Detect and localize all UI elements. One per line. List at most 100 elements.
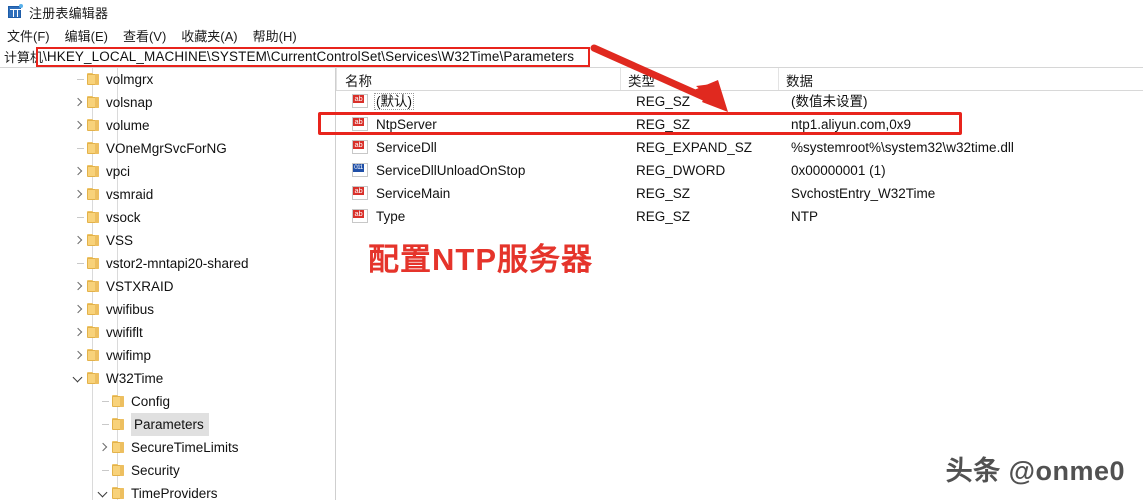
tree-item-label: vpci	[106, 164, 131, 179]
column-header-type[interactable]: 类型	[628, 70, 655, 90]
chevron-right-icon[interactable]	[70, 229, 86, 252]
registry-editor-icon	[8, 4, 23, 19]
dword-value-icon: 011	[352, 163, 369, 178]
tree-leaf-tick-icon	[70, 68, 86, 91]
chevron-down-icon[interactable]	[95, 482, 111, 500]
value-type-cell: REG_EXPAND_SZ	[636, 140, 753, 155]
title-bar: 注册表编辑器	[0, 0, 1143, 24]
value-data-cell: ntp1.aliyun.com,0x9	[791, 117, 912, 132]
registry-tree-items: volmgrx volsnap volume VOneMgrSvcForNG vpci v…	[0, 68, 330, 500]
value-type-cell: REG_SZ	[636, 209, 691, 224]
value-name-text: ServiceMain	[376, 186, 451, 201]
folder-icon	[86, 188, 101, 201]
tree-item-vsock[interactable]: vsock	[0, 206, 330, 229]
values-rows: ab (默认) REG_SZ (数值未设置) ab NtpServer REG_SZ ntp1…	[336, 90, 1143, 228]
chevron-right-icon[interactable]	[70, 114, 86, 137]
folder-icon	[86, 280, 101, 293]
folder-icon	[86, 119, 101, 132]
tree-item-volsnap[interactable]: volsnap	[0, 91, 330, 114]
value-name-text: NtpServer	[376, 117, 437, 132]
value-data-cell: NTP	[791, 209, 818, 224]
tree-item-label: vwififlt	[106, 325, 143, 340]
tree-item-vwififlt[interactable]: vwififlt	[0, 321, 330, 344]
tree-item-label: vstor2-mntapi20-shared	[106, 256, 249, 271]
chevron-down-icon[interactable]	[70, 367, 86, 390]
folder-icon	[111, 487, 126, 500]
registry-tree-pane[interactable]: volmgrx volsnap volume VOneMgrSvcForNG vpci v…	[0, 68, 331, 500]
value-data-cell: (数值未设置)	[791, 94, 868, 109]
tree-item-vstor2-mntapi20-shared[interactable]: vstor2-mntapi20-shared	[0, 252, 330, 275]
value-data-cell: 0x00000001 (1)	[791, 163, 886, 178]
value-type-cell: REG_SZ	[636, 94, 691, 109]
folder-icon	[86, 142, 101, 155]
tree-item-label: VOneMgrSvcForNG	[106, 141, 227, 156]
tree-item-label: VSTXRAID	[106, 279, 174, 294]
table-row[interactable]: ab (默认) REG_SZ (数值未设置)	[336, 90, 1143, 113]
string-value-icon: ab	[352, 94, 369, 109]
chevron-right-icon[interactable]	[70, 321, 86, 344]
chevron-right-icon[interactable]	[70, 275, 86, 298]
tree-item-config[interactable]: Config	[0, 390, 330, 413]
value-name-cell: ServiceMain	[374, 182, 636, 205]
tree-item-vwifibus[interactable]: vwifibus	[0, 298, 330, 321]
tree-item-timeproviders[interactable]: TimeProviders	[0, 482, 330, 500]
folder-icon	[86, 303, 101, 316]
folder-icon	[86, 326, 101, 339]
string-value-icon: ab	[352, 186, 369, 201]
tree-item-parameters[interactable]: Parameters	[0, 413, 330, 436]
chevron-right-icon[interactable]	[70, 344, 86, 367]
address-bar[interactable]: 计算机 \HKEY_LOCAL_MACHINE\SYSTEM\CurrentCo…	[0, 46, 1143, 68]
chevron-right-icon[interactable]	[95, 436, 111, 459]
tree-item-label: SecureTimeLimits	[131, 440, 239, 455]
value-name-cell: Type	[374, 205, 636, 228]
value-type-cell: REG_DWORD	[636, 163, 726, 178]
tree-item-vpci[interactable]: vpci	[0, 160, 330, 183]
tree-item-label: Config	[131, 394, 171, 409]
table-row[interactable]: ab Type REG_SZ NTP	[336, 205, 1143, 228]
tree-item-vstxraid[interactable]: VSTXRAID	[0, 275, 330, 298]
tree-item-securetimelimits[interactable]: SecureTimeLimits	[0, 436, 330, 459]
menu-view[interactable]: 查看(V)	[123, 26, 166, 45]
tree-item-security[interactable]: Security	[0, 459, 330, 482]
registry-values-pane[interactable]: 名称 类型 数据 ab (默认) REG_SZ (数值未设置) ab NtpServer R…	[336, 68, 1143, 500]
folder-icon	[86, 257, 101, 270]
tree-item-vsmraid[interactable]: vsmraid	[0, 183, 330, 206]
folder-icon	[111, 464, 126, 477]
tree-item-volmgrx[interactable]: volmgrx	[0, 68, 330, 91]
address-bar-path[interactable]: \HKEY_LOCAL_MACHINE\SYSTEM\CurrentContro…	[43, 49, 574, 64]
folder-icon	[86, 234, 101, 247]
table-row[interactable]: ab NtpServer REG_SZ ntp1.aliyun.com,0x9	[336, 113, 1143, 136]
value-name-cell: (默认)	[374, 90, 636, 113]
table-row[interactable]: ab ServiceMain REG_SZ SvchostEntry_W32Time	[336, 182, 1143, 205]
tree-item-vss[interactable]: VSS	[0, 229, 330, 252]
table-row[interactable]: ab ServiceDll REG_EXPAND_SZ %systemroot%\sy…	[336, 136, 1143, 159]
column-header-name[interactable]: 名称	[345, 70, 372, 90]
tree-item-vwifimp[interactable]: vwifimp	[0, 344, 330, 367]
tree-leaf-tick-icon	[95, 413, 111, 436]
menu-file[interactable]: 文件(F)	[7, 26, 50, 45]
folder-icon	[86, 96, 101, 109]
string-value-icon: ab	[352, 140, 369, 155]
tree-item-label: Security	[131, 463, 180, 478]
menu-edit[interactable]: 编辑(E)	[65, 26, 108, 45]
value-name-text: Type	[376, 209, 406, 224]
chevron-right-icon[interactable]	[70, 183, 86, 206]
tree-item-label: vwifimp	[106, 348, 152, 363]
table-row[interactable]: 011 ServiceDllUnloadOnStop REG_DWORD 0x0000…	[336, 159, 1143, 182]
annotation-note-text: 配置NTP服务器	[368, 242, 593, 277]
tree-item-label: vwifibus	[106, 302, 155, 317]
tree-item-label: vsmraid	[106, 187, 154, 202]
tree-leaf-tick-icon	[95, 390, 111, 413]
tree-item-volume[interactable]: volume	[0, 114, 330, 137]
menu-help[interactable]: 帮助(H)	[253, 26, 297, 45]
chevron-right-icon[interactable]	[70, 160, 86, 183]
tree-item-vonemgrsvcforng[interactable]: VOneMgrSvcForNG	[0, 137, 330, 160]
chevron-right-icon[interactable]	[70, 91, 86, 114]
chevron-right-icon[interactable]	[70, 298, 86, 321]
folder-icon	[111, 418, 126, 431]
tree-item-w32time[interactable]: W32Time	[0, 367, 330, 390]
column-header-data[interactable]: 数据	[786, 70, 813, 90]
value-name-text: ServiceDllUnloadOnStop	[376, 163, 526, 178]
value-data-cell: %systemroot%\system32\w32time.dll	[791, 140, 1014, 155]
menu-favorites[interactable]: 收藏夹(A)	[181, 26, 237, 45]
